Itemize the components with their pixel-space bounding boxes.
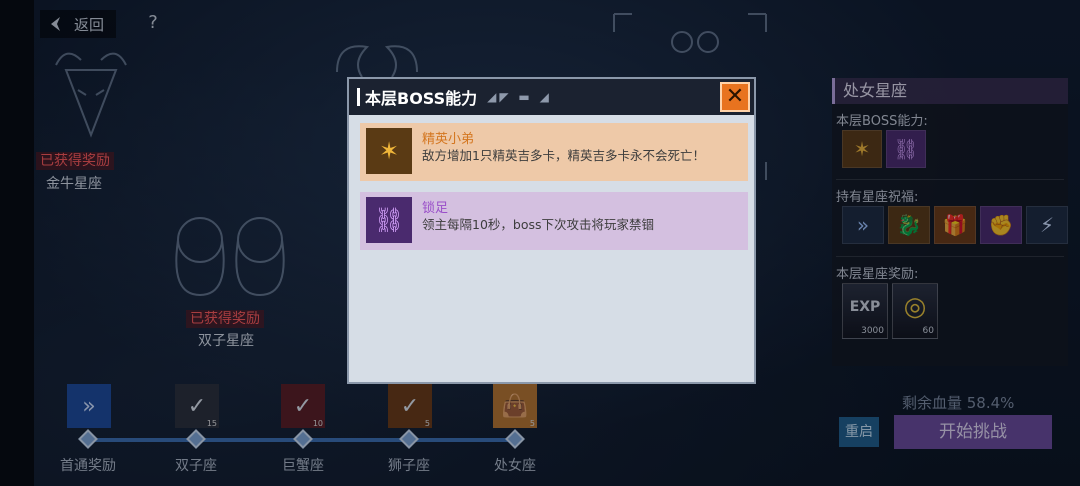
ability-name: 精英小弟 xyxy=(422,132,475,147)
title-accent-bar xyxy=(357,88,360,106)
elite-minion-icon: ✶ xyxy=(366,128,412,174)
dialog-header: 本层BOSS能力 ◢◤ ▬ ◢ xyxy=(349,79,754,115)
close-button[interactable]: ✕ xyxy=(720,82,750,112)
header-decoration-icon: ◢◤ ▬ ◢ xyxy=(487,90,552,104)
ability-row: ⛓ 锁足 领主每隔10秒，boss下次攻击将玩家禁锢 xyxy=(360,192,748,250)
ability-name: 锁足 xyxy=(422,201,449,216)
ability-description: 敌方增加1只精英吉多卡，精英吉多卡永不会死亡！ xyxy=(422,148,705,163)
ability-row: ✶ 精英小弟 敌方增加1只精英吉多卡，精英吉多卡永不会死亡！ xyxy=(360,123,748,181)
boss-ability-dialog: 本层BOSS能力 ◢◤ ▬ ◢ ✕ ✶ 精英小弟 敌方增加1只精英吉多卡，精英吉… xyxy=(347,77,756,384)
ability-description: 领主每隔10秒，boss下次攻击将玩家禁锢 xyxy=(422,217,655,232)
shackle-icon: ⛓ xyxy=(366,197,412,243)
dialog-title: 本层BOSS能力 xyxy=(365,89,478,108)
